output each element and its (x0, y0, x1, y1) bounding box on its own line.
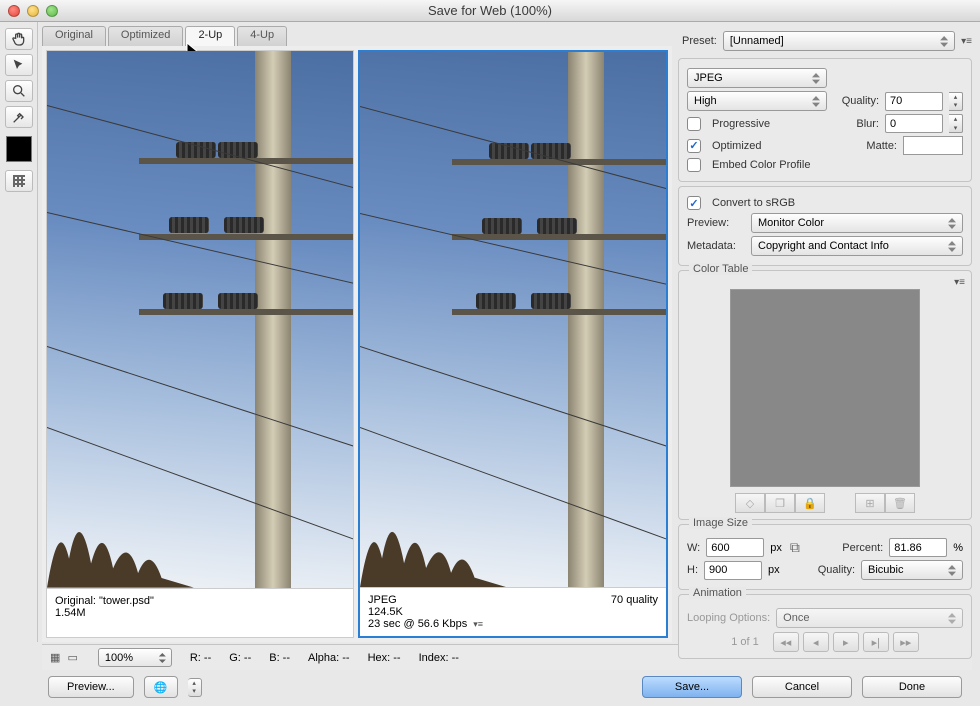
preview-pane-optimized[interactable]: JPEG 70 quality 124.5K 23 sec @ 56.6 Kbp… (358, 50, 668, 638)
image-size-legend: Image Size (689, 517, 752, 529)
resample-quality-label: Quality: (818, 564, 855, 576)
preview-pane-original[interactable]: Original: "tower.psd" 1.54M (46, 50, 354, 638)
optimized-filesize: 124.5K (368, 606, 658, 618)
frame-readout: 1 of 1 (731, 636, 759, 648)
quality-preset-select[interactable]: High (687, 91, 827, 111)
readout-b: B: -- (269, 652, 290, 664)
ct-new-button[interactable]: ⊞ (855, 493, 885, 513)
save-button[interactable]: Save... (642, 676, 742, 698)
blur-label: Blur: (856, 118, 879, 130)
ct-cube-button[interactable]: ❒ (765, 493, 795, 513)
quality-stepper[interactable]: ▴▾ (949, 92, 963, 111)
readout-r: R: -- (190, 652, 211, 664)
hand-tool[interactable] (5, 28, 33, 50)
browser-preview-stepper[interactable]: ▴▾ (188, 678, 202, 697)
color-table-legend: Color Table (689, 263, 752, 275)
height-input[interactable]: 900 (704, 561, 762, 580)
metadata-select[interactable]: Copyright and Contact Info (751, 236, 963, 256)
readout-index: Index: -- (419, 652, 459, 664)
eyedropper-color-swatch[interactable] (6, 136, 32, 162)
blur-input[interactable]: 0 (885, 114, 943, 133)
quality-input[interactable]: 70 (885, 92, 943, 111)
tab-4up[interactable]: 4-Up (237, 26, 287, 46)
tab-2up[interactable]: 2-Up (185, 26, 235, 46)
anim-next-button: ▸| (863, 632, 889, 652)
width-input[interactable]: 600 (706, 538, 764, 557)
quality-label: Quality: (842, 95, 879, 107)
preview-button[interactable]: Preview... (48, 676, 134, 698)
looping-label: Looping Options: (687, 612, 770, 624)
slice-select-tool[interactable] (5, 54, 33, 76)
ct-lock-button[interactable]: 🔒 (795, 493, 825, 513)
optimized-image (360, 52, 666, 587)
cancel-button[interactable]: Cancel (752, 676, 852, 698)
ct-eyedropper-button[interactable]: ◇ (735, 493, 765, 513)
anim-last-button: ▸▸ (893, 632, 919, 652)
convert-srgb-label: Convert to sRGB (712, 197, 795, 209)
preview-select[interactable]: Monitor Color (751, 213, 963, 233)
original-image (47, 51, 353, 588)
optimized-checkbox[interactable] (687, 139, 701, 153)
window-title: Save for Web (100%) (0, 3, 980, 18)
ct-delete-button[interactable]: 🗑 (885, 493, 915, 513)
link-icon[interactable]: ⧉ (790, 539, 800, 556)
looping-select: Once (776, 608, 963, 628)
optimize-menu-icon[interactable]: ▾≡ (961, 36, 972, 47)
optimized-download-time: 23 sec @ 56.6 Kbps (368, 618, 467, 630)
browser-preview-button[interactable]: 🌐 (144, 676, 178, 698)
color-table (730, 289, 920, 487)
eyedropper-tool[interactable] (5, 106, 33, 128)
percent-unit: % (953, 542, 963, 554)
original-filename: Original: "tower.psd" (55, 595, 154, 607)
animation-legend: Animation (689, 587, 746, 599)
matte-color-well[interactable] (903, 136, 963, 155)
readout-alpha: Alpha: -- (308, 652, 350, 664)
metadata-label: Metadata: (687, 240, 745, 252)
percent-label: Percent: (842, 542, 883, 554)
optimized-label: Optimized (712, 140, 762, 152)
resample-quality-select[interactable]: Bicubic (861, 560, 963, 580)
color-table-menu-icon[interactable]: ▾≡ (954, 277, 965, 288)
anim-prev-button: ◂ (803, 632, 829, 652)
tab-optimized[interactable]: Optimized (108, 26, 184, 46)
zoom-tool[interactable] (5, 80, 33, 102)
embed-profile-label: Embed Color Profile (712, 159, 810, 171)
tool-strip (0, 22, 38, 642)
convert-srgb-checkbox[interactable] (687, 196, 701, 210)
anim-play-button: ▸ (833, 632, 859, 652)
blur-stepper[interactable]: ▴▾ (949, 114, 963, 133)
optimized-format: JPEG (368, 594, 397, 606)
embed-profile-checkbox[interactable] (687, 158, 701, 172)
height-unit: px (768, 564, 780, 576)
optimized-quality-readout: 70 quality (611, 594, 658, 606)
preset-label: Preset: (682, 35, 717, 47)
percent-input[interactable]: 81.86 (889, 538, 947, 557)
layout-icons[interactable]: ▦ ▭ (50, 651, 80, 664)
anim-first-button: ◂◂ (773, 632, 799, 652)
progressive-checkbox[interactable] (687, 117, 701, 131)
original-filesize: 1.54M (55, 607, 345, 619)
preview-menu-icon[interactable]: ▾≡ (473, 619, 483, 630)
view-tabs: Original Optimized 2-Up 4-Up (42, 26, 672, 46)
height-label: H: (687, 564, 698, 576)
width-label: W: (687, 542, 700, 554)
format-select[interactable]: JPEG (687, 68, 827, 88)
readout-g: G: -- (229, 652, 251, 664)
toggle-slices-visibility[interactable] (5, 170, 33, 192)
progressive-label: Progressive (712, 118, 770, 130)
readout-hex: Hex: -- (368, 652, 401, 664)
done-button[interactable]: Done (862, 676, 962, 698)
zoom-select[interactable]: 100% (98, 648, 172, 667)
tab-original[interactable]: Original (42, 26, 106, 46)
preview-label: Preview: (687, 217, 745, 229)
matte-label: Matte: (866, 140, 897, 152)
preset-select[interactable]: [Unnamed] (723, 31, 955, 51)
width-unit: px (770, 542, 782, 554)
